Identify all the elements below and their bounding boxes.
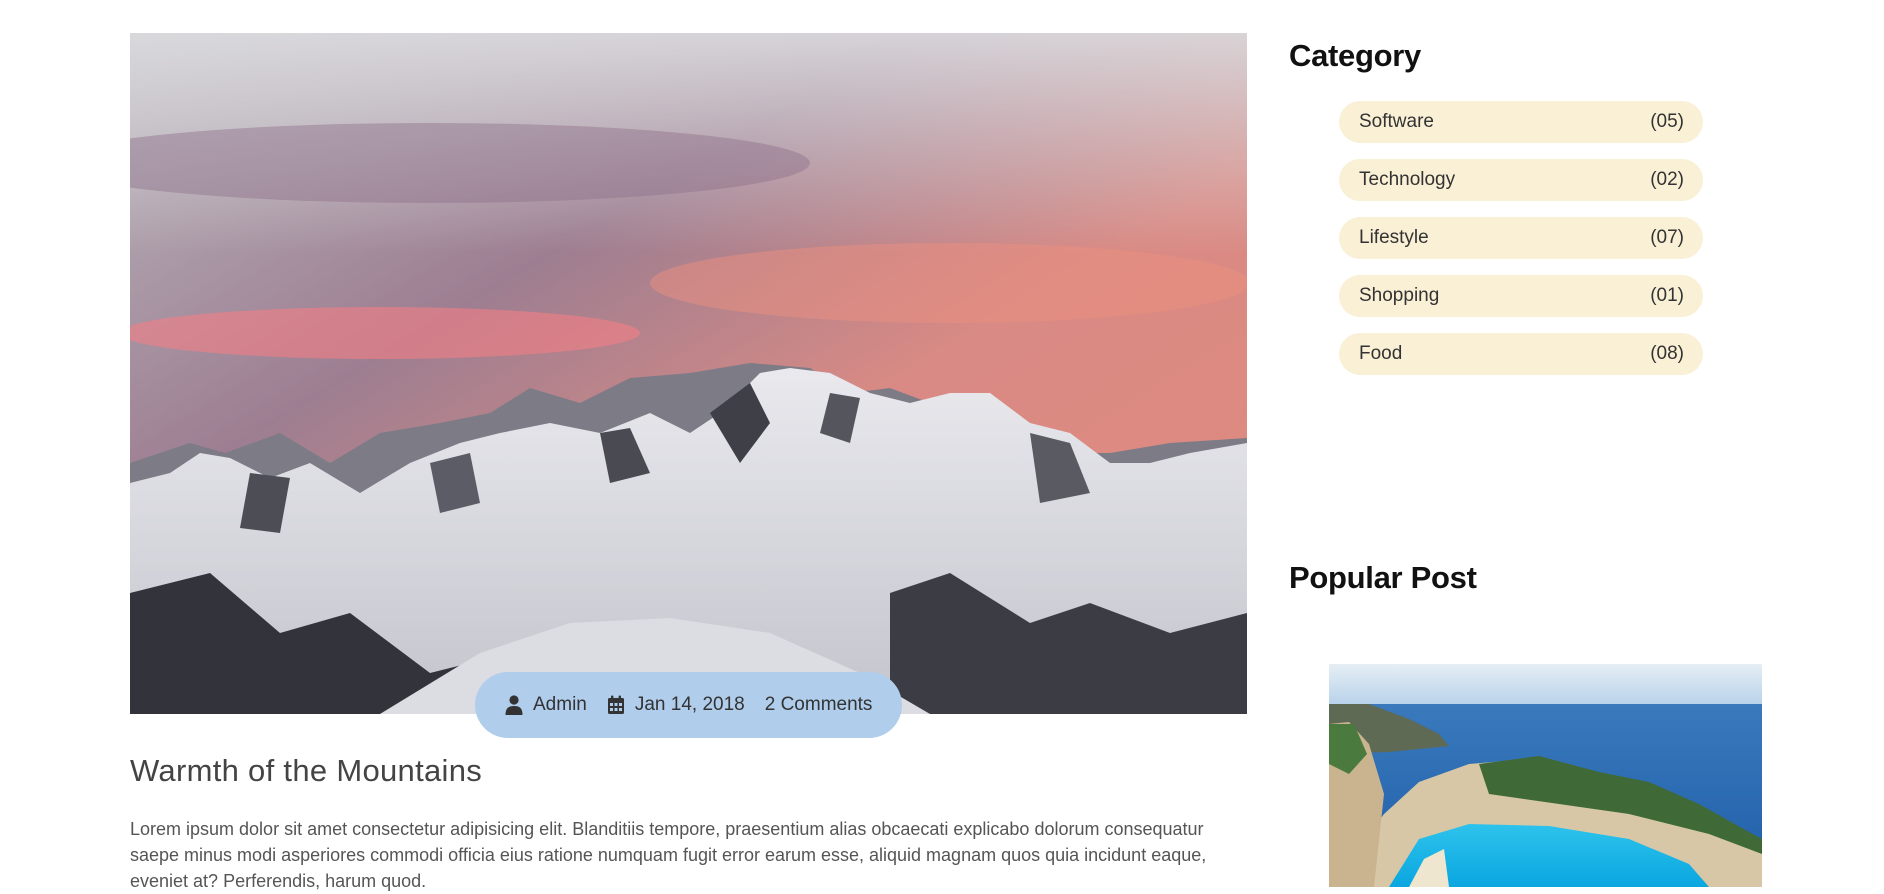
category-label: Shopping: [1359, 285, 1440, 306]
post-image[interactable]: [130, 33, 1247, 714]
category-count: (02): [1650, 169, 1684, 190]
category-item-technology[interactable]: Technology (02): [1339, 159, 1703, 201]
category-item-lifestyle[interactable]: Lifestyle (07): [1339, 217, 1703, 259]
post-meta-bar: Admin Jan 14, 2018 2 Comments: [475, 672, 903, 738]
post-title[interactable]: Warmth of the Mountains: [130, 753, 482, 789]
author-meta[interactable]: Admin: [505, 694, 587, 716]
category-label: Technology: [1359, 169, 1456, 190]
author-name: Admin: [533, 694, 587, 715]
category-label: Food: [1359, 343, 1403, 364]
category-item-food[interactable]: Food (08): [1339, 333, 1703, 375]
blog-post: Admin Jan 14, 2018 2 Comments Warmth of …: [130, 33, 1247, 891]
category-heading: Category: [1289, 38, 1421, 73]
comments-link[interactable]: 2 Comments: [765, 694, 873, 716]
category-count: (05): [1650, 111, 1684, 132]
popular-post-heading: Popular Post: [1289, 560, 1477, 595]
post-excerpt: Lorem ipsum dolor sit amet consectetur a…: [130, 819, 1207, 891]
user-icon: [505, 695, 523, 715]
category-count: (07): [1650, 227, 1684, 248]
category-count: (08): [1650, 343, 1684, 364]
post-date: Jan 14, 2018: [634, 694, 745, 715]
popular-post-image[interactable]: [1329, 664, 1762, 887]
calendar-icon: [607, 695, 625, 715]
category-item-software[interactable]: Software (05): [1339, 101, 1703, 143]
date-meta: Jan 14, 2018: [607, 694, 745, 716]
category-label: Software: [1359, 111, 1434, 132]
category-label: Lifestyle: [1359, 227, 1429, 248]
category-count: (01): [1650, 285, 1684, 306]
category-item-shopping[interactable]: Shopping (01): [1339, 275, 1703, 317]
category-list: Software (05) Technology (02) Lifestyle …: [1339, 101, 1703, 391]
